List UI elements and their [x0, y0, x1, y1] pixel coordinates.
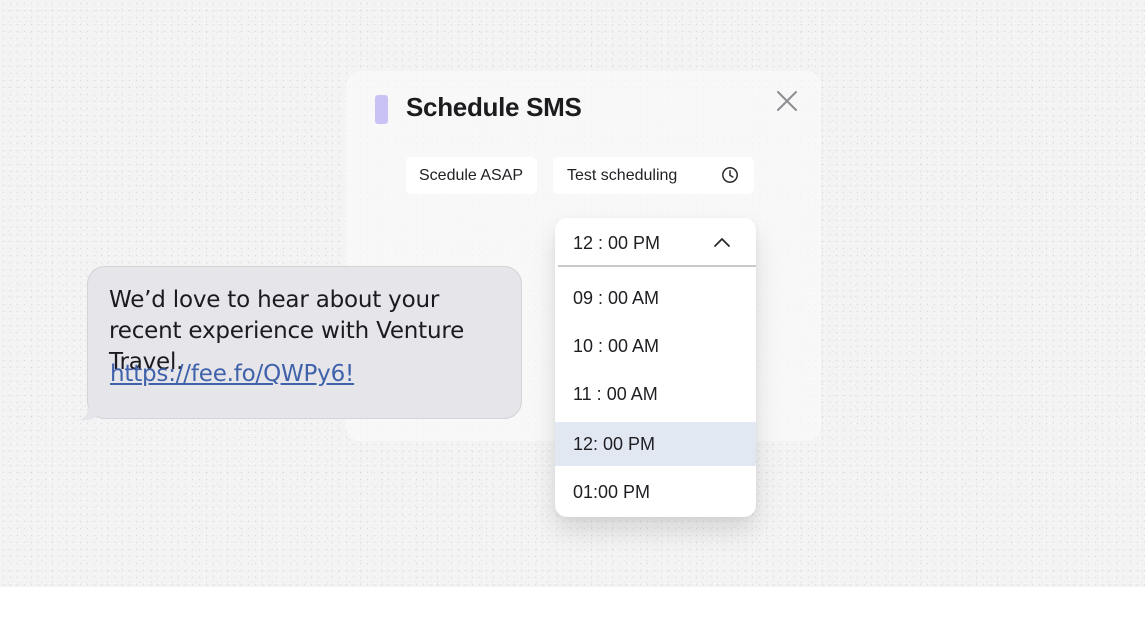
time-option-label: 11 : 00 AM	[573, 384, 658, 404]
sms-bubble-tail	[80, 404, 102, 421]
time-option-label: 12: 00 PM	[573, 434, 656, 454]
dropdown-divider	[558, 265, 756, 267]
test-scheduling-button[interactable]: Test scheduling	[553, 157, 754, 194]
time-option-0100pm[interactable]: 01:00 PM	[555, 470, 756, 514]
clock-icon	[722, 167, 738, 183]
chevron-up-icon	[714, 238, 730, 247]
time-option-label: 09 : 00 AM	[573, 288, 660, 308]
title-accent-bar	[375, 95, 388, 124]
time-option-label: 01:00 PM	[573, 482, 651, 502]
sms-message-bubble: We’d love to hear about your recent expe…	[87, 266, 522, 419]
background-canvas: Schedule SMS Scedule ASAP Test schedulin…	[0, 0, 1145, 587]
time-dropdown: 12 : 00 PM 09 : 00 AM 10 : 00 AM 11 : 00…	[555, 218, 756, 517]
time-select-trigger[interactable]: 12 : 00 PM	[555, 218, 756, 266]
time-option-1000am[interactable]: 10 : 00 AM	[555, 324, 756, 368]
time-option-1200pm[interactable]: 12: 00 PM	[555, 422, 756, 466]
close-icon	[777, 91, 797, 111]
time-select-value: 12 : 00 PM	[573, 233, 661, 253]
close-button[interactable]	[775, 89, 799, 113]
schedule-asap-label: Scedule ASAP	[419, 166, 524, 184]
time-option-0900am[interactable]: 09 : 00 AM	[555, 276, 756, 320]
time-option-label: 10 : 00 AM	[573, 336, 660, 356]
time-option-1100am[interactable]: 11 : 00 AM	[555, 372, 756, 416]
dialog-title: Schedule SMS	[406, 92, 582, 122]
sms-survey-link[interactable]: https://fee.fo/QWPy6!	[110, 361, 354, 387]
test-scheduling-label: Test scheduling	[567, 166, 678, 184]
schedule-asap-button[interactable]: Scedule ASAP	[406, 157, 537, 194]
